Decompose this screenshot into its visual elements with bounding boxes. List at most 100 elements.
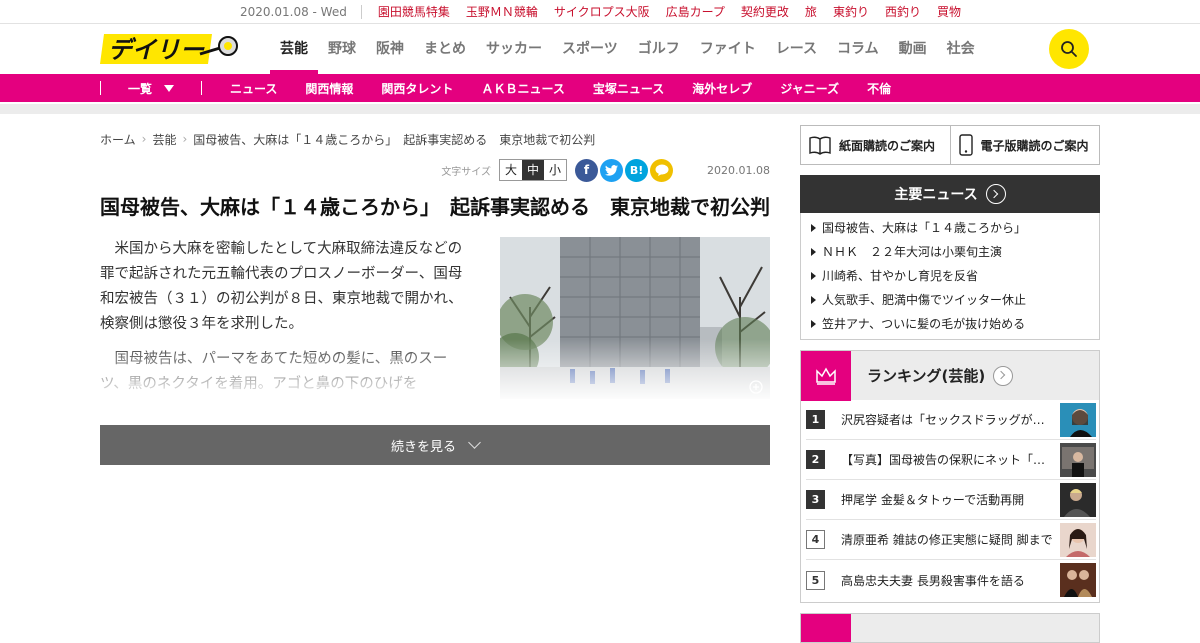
ranking-text: 高島忠夫夫妻 長男殺害事件を語る — [841, 573, 1025, 588]
nav-item-column[interactable]: コラム — [827, 24, 889, 74]
subscription-links: 紙面購読のご案内 電子版購読のご案内 — [800, 125, 1100, 165]
subnav-item-kansai-info[interactable]: 関西情報 — [305, 80, 353, 97]
article-paragraph: 米国から大麻を密輸したとして大麻取締法違反などの罪で起訴された元五輪代表のプロス… — [100, 241, 463, 332]
ranking-item[interactable]: 5 高島忠夫夫妻 長男殺害事件を語る — [806, 560, 1096, 600]
facebook-icon[interactable]: f — [575, 158, 599, 182]
news-item[interactable]: 笠井アナ、ついに髪の毛が抜け始める — [801, 312, 1099, 336]
widget-accent — [801, 614, 851, 642]
top-link[interactable]: 園田競馬特集 — [378, 3, 450, 20]
rank-number: 1 — [806, 410, 825, 429]
ranking-text: 【写真】国母被告の保釈にネット「ブ… — [841, 453, 1058, 467]
subnav-item-celeb[interactable]: 海外セレブ — [692, 80, 752, 97]
breadcrumb-home[interactable]: ホーム — [100, 131, 136, 148]
ranking-text: 沢尻容疑者は「セックスドラッグが多… — [841, 413, 1057, 427]
divider — [201, 81, 202, 95]
gray-band — [0, 104, 1200, 114]
subnav-item-furin[interactable]: 不倫 — [867, 80, 891, 97]
news-item[interactable]: 川崎希、甘やかし育児を反省 — [801, 264, 1099, 288]
next-widget-header — [800, 613, 1100, 643]
chevron-right-icon: › — [182, 132, 188, 146]
current-date: 2020.01.08 - Wed — [240, 4, 362, 19]
ranking-thumbnail — [1060, 442, 1096, 477]
top-link[interactable]: 西釣り — [885, 3, 921, 20]
paper-subscription-button[interactable]: 紙面購読のご案内 — [801, 126, 950, 164]
font-size-large-button[interactable]: 大 — [500, 160, 522, 180]
search-icon — [1061, 41, 1077, 57]
crown-icon — [801, 350, 851, 401]
ranking-list: 1 沢尻容疑者は「セックスドラッグが多… 2 【写真】国母被告の保釈にネット「ブ… — [800, 400, 1100, 603]
top-link[interactable]: 東釣り — [833, 3, 869, 20]
daily-logo-icon: デイリー — [100, 34, 238, 64]
ichiran-dropdown[interactable]: 一覧 — [101, 80, 201, 97]
top-link[interactable]: 広島カープ — [666, 3, 725, 20]
subnav-item-takarazuka[interactable]: 宝塚ニュース — [593, 80, 664, 97]
subnav-item-kansai-talent[interactable]: 関西タレント — [381, 80, 453, 97]
ranking-item[interactable]: 1 沢尻容疑者は「セックスドラッグが多… — [806, 400, 1096, 440]
news-item[interactable]: 人気歌手、肥満中傷でツイッター休止 — [801, 288, 1099, 312]
article-photo[interactable] — [500, 237, 770, 399]
nav-item-geinou[interactable]: 芸能 — [270, 24, 318, 74]
article-paragraph: 国母被告は、パーマをあてた短めの髪に、黒のスーツ、黒のネクタイを着用。アゴと鼻の… — [100, 351, 448, 392]
article-main: ホーム › 芸能 › 国母被告、大麻は「１４歳ころから」 起訴事実認める 東京地… — [100, 126, 770, 399]
line-icon[interactable] — [650, 158, 674, 182]
top-link[interactable]: 買物 — [937, 3, 961, 20]
top-strip: 2020.01.08 - Wed 園田競馬特集 玉野ＭＮ競輪 サイクロプス大阪 … — [0, 0, 1200, 24]
breadcrumb-category[interactable]: 芸能 — [152, 131, 176, 148]
site-header: デイリー 芸能 野球 阪神 まとめ サッカー スポーツ ゴルフ ファイト レース… — [0, 24, 1200, 74]
global-nav: 芸能 野球 阪神 まとめ サッカー スポーツ ゴルフ ファイト レース コラム … — [270, 24, 985, 74]
nav-item-race[interactable]: レース — [766, 24, 827, 74]
top-link[interactable]: 旅 — [805, 3, 817, 20]
main-news-list: 国母被告、大麻は「１４歳ころから」 ＮＨＫ ２２年大河は小栗旬主演 川崎希、甘や… — [800, 213, 1100, 340]
twitter-icon[interactable] — [600, 158, 624, 182]
ichiran-label: 一覧 — [127, 81, 152, 96]
triangle-down-icon — [164, 84, 174, 92]
font-size-medium-button[interactable]: 中 — [522, 160, 545, 180]
font-size-switcher: 大 中 小 — [499, 159, 568, 181]
nav-item-fight[interactable]: ファイト — [690, 24, 766, 74]
hatena-icon[interactable]: B! — [625, 158, 649, 182]
ranking-item[interactable]: 4 清原亜希 雑誌の修正実態に疑問 脚まで — [806, 520, 1096, 560]
search-button[interactable] — [1049, 29, 1089, 69]
ranking-thumbnail — [1060, 482, 1096, 517]
arrow-right-circle-icon — [993, 365, 1014, 386]
arrow-right-circle-icon — [985, 184, 1006, 204]
chevron-down-icon — [468, 436, 481, 449]
ranking-item[interactable]: 3 押尾学 金髪＆タトゥーで活動再開 — [806, 480, 1096, 520]
nav-item-video[interactable]: 動画 — [889, 24, 937, 74]
main-news-header[interactable]: 主要ニュース — [800, 175, 1100, 213]
news-item[interactable]: 国母被告、大麻は「１４歳ころから」 — [801, 216, 1099, 240]
top-link[interactable]: 玉野ＭＮ競輪 — [466, 3, 538, 20]
article-tools: 文字サイズ 大 中 小 f B! 2020.01.08 — [100, 156, 770, 184]
rank-number: 3 — [806, 490, 825, 509]
nav-item-baseball[interactable]: 野球 — [318, 24, 366, 74]
font-size-small-button[interactable]: 小 — [544, 160, 566, 180]
breadcrumb: ホーム › 芸能 › 国母被告、大麻は「１４歳ころから」 起訴事実認める 東京地… — [100, 126, 770, 152]
top-links: 園田競馬特集 玉野ＭＮ競輪 サイクロプス大阪 広島カープ 契約更改 旅 東釣り … — [378, 3, 977, 20]
site-logo[interactable]: デイリー — [100, 32, 240, 66]
nav-item-society[interactable]: 社会 — [937, 24, 985, 74]
category-subnav: 一覧 ニュース 関西情報 関西タレント ＡＫＢニュース 宝塚ニュース 海外セレブ… — [0, 74, 1200, 102]
ranking-text: 清原亜希 雑誌の修正実態に疑問 脚まで — [841, 533, 1053, 547]
news-item[interactable]: ＮＨＫ ２２年大河は小栗旬主演 — [801, 240, 1099, 264]
subnav-item-news[interactable]: ニュース — [230, 80, 277, 97]
court-building-photo — [500, 237, 770, 399]
ranking-item[interactable]: 2 【写真】国母被告の保釈にネット「ブ… — [806, 440, 1096, 480]
article-text: 米国から大麻を密輸したとして大麻取締法違反などの罪で起訴された元五輪代表のプロス… — [100, 237, 470, 399]
ranking-thumbnail — [1060, 522, 1096, 557]
article-title: 国母被告、大麻は「１４歳ころから」 起訴事実認める 東京地裁で初公判 — [100, 195, 770, 219]
ranking-header[interactable]: ランキング(芸能) — [800, 350, 1100, 401]
subnav-item-johnnys[interactable]: ジャニーズ — [780, 80, 839, 97]
font-size-label: 文字サイズ — [441, 166, 492, 178]
top-link[interactable]: 契約更改 — [741, 3, 789, 20]
subnav-item-akb[interactable]: ＡＫＢニュース — [481, 80, 564, 97]
digital-subscription-button[interactable]: 電子版購読のご案内 — [949, 126, 1100, 164]
nav-item-soccer[interactable]: サッカー — [476, 24, 552, 74]
top-link[interactable]: サイクロプス大阪 — [554, 3, 650, 20]
nav-item-matome[interactable]: まとめ — [414, 24, 476, 74]
nav-item-sports[interactable]: スポーツ — [552, 24, 628, 74]
read-more-button[interactable]: 続きを見る — [100, 425, 770, 465]
ranking-thumbnail — [1060, 402, 1096, 437]
nav-item-golf[interactable]: ゴルフ — [628, 24, 690, 74]
breadcrumb-current: 国母被告、大麻は「１４歳ころから」 起訴事実認める 東京地裁で初公判 — [193, 132, 596, 147]
nav-item-hanshin[interactable]: 阪神 — [366, 24, 414, 74]
